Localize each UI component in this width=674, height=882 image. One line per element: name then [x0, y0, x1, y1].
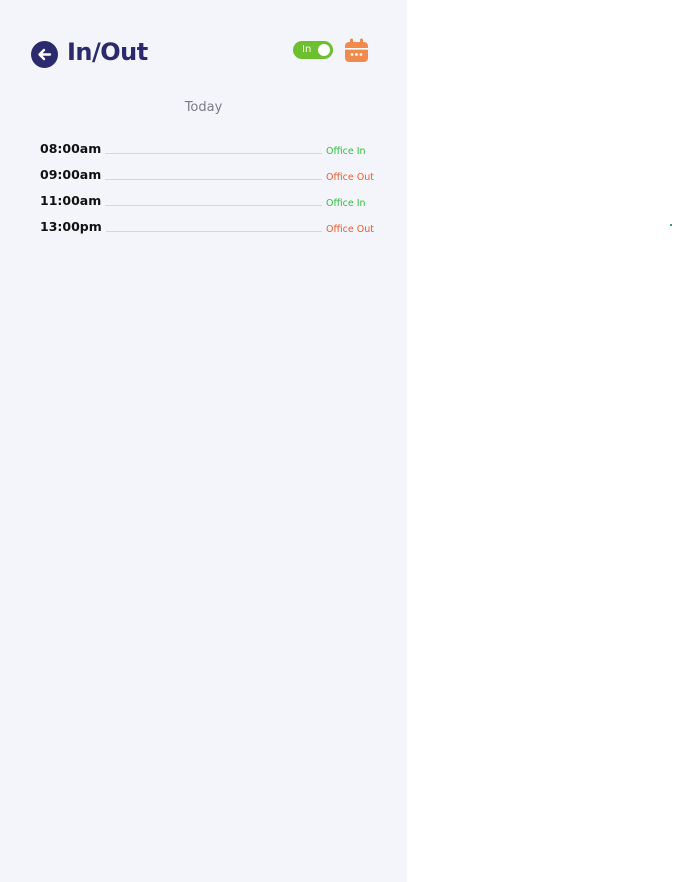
attendance-log: 08:00am Office In 09:00am Office Out 11:…	[40, 141, 376, 245]
calendar-button[interactable]	[344, 38, 369, 63]
section-label-today: Today	[184, 100, 223, 115]
stray-dot	[670, 224, 672, 226]
toggle-knob	[318, 44, 330, 56]
page-title: In/Out	[67, 38, 148, 66]
log-row: 11:00am Office In	[40, 193, 376, 219]
log-time: 08:00am	[40, 141, 102, 156]
log-time: 13:00pm	[40, 219, 102, 234]
log-time: 09:00am	[40, 167, 102, 182]
log-status: Office Out	[326, 224, 374, 235]
calendar-icon	[345, 38, 368, 62]
log-row: 09:00am Office Out	[40, 167, 376, 193]
arrow-left-circle-icon	[31, 41, 58, 68]
page: In/Out In Today 08:00am Office In 09:00a…	[0, 0, 674, 882]
toggle-label: In	[302, 44, 312, 55]
log-status: Office In	[326, 146, 366, 157]
back-button[interactable]	[31, 41, 58, 68]
log-divider	[105, 167, 322, 180]
log-divider	[105, 141, 322, 154]
log-time: 11:00am	[40, 193, 102, 208]
log-row: 13:00pm Office Out	[40, 219, 376, 245]
log-row: 08:00am Office In	[40, 141, 376, 167]
log-status: Office Out	[326, 172, 374, 183]
log-status: Office In	[326, 198, 366, 209]
in-out-toggle[interactable]: In	[293, 41, 333, 59]
in-out-panel: In/Out In Today 08:00am Office In 09:00a…	[0, 0, 407, 882]
log-divider	[105, 193, 322, 206]
log-divider	[105, 219, 322, 232]
